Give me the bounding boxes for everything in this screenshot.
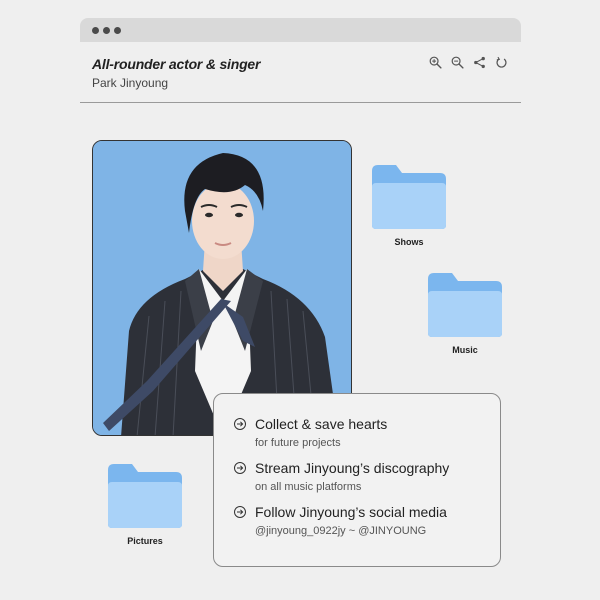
folder-label-pictures: Pictures bbox=[127, 536, 163, 546]
zoom-in-icon[interactable] bbox=[427, 54, 443, 70]
folder-label-music: Music bbox=[452, 345, 478, 355]
toolbar bbox=[427, 54, 509, 70]
item-subtitle: on all music platforms bbox=[255, 481, 362, 493]
arrow-right-icon bbox=[234, 462, 246, 474]
folder-music[interactable]: Music bbox=[426, 271, 504, 355]
item-title: Follow Jinyoung’s social media bbox=[255, 504, 447, 520]
refresh-icon[interactable] bbox=[493, 54, 509, 70]
arrow-right-icon bbox=[234, 506, 246, 518]
item-title: Stream Jinyoung’s discography bbox=[255, 460, 450, 476]
folder-shows[interactable]: Shows bbox=[370, 163, 448, 247]
folder-icon bbox=[372, 165, 446, 229]
profile-photo[interactable] bbox=[92, 140, 352, 436]
window-titlebar bbox=[80, 18, 521, 42]
person-illustration bbox=[93, 141, 351, 435]
arrow-right-icon bbox=[234, 418, 246, 430]
folder-icon bbox=[428, 273, 502, 337]
window-controls bbox=[92, 27, 121, 34]
window-dot-3[interactable] bbox=[114, 27, 121, 34]
item-subtitle: for future projects bbox=[255, 437, 341, 449]
folder-label-shows: Shows bbox=[394, 237, 424, 247]
window-dot-1[interactable] bbox=[92, 27, 99, 34]
item-title: Collect & save hearts bbox=[255, 416, 388, 432]
info-card: Collect & save hearts for future project… bbox=[213, 393, 501, 567]
header-divider bbox=[80, 102, 521, 103]
zoom-out-icon[interactable] bbox=[449, 54, 465, 70]
item-subtitle: @jinyoung_0922jy ~ @JINYOUNG bbox=[255, 525, 427, 537]
folder-icon bbox=[108, 464, 182, 528]
window-dot-2[interactable] bbox=[103, 27, 110, 34]
page-title: All-rounder actor & singer bbox=[92, 56, 261, 72]
page-subtitle: Park Jinyoung bbox=[92, 76, 169, 90]
folder-pictures[interactable]: Pictures bbox=[106, 462, 184, 546]
share-icon[interactable] bbox=[471, 54, 487, 70]
